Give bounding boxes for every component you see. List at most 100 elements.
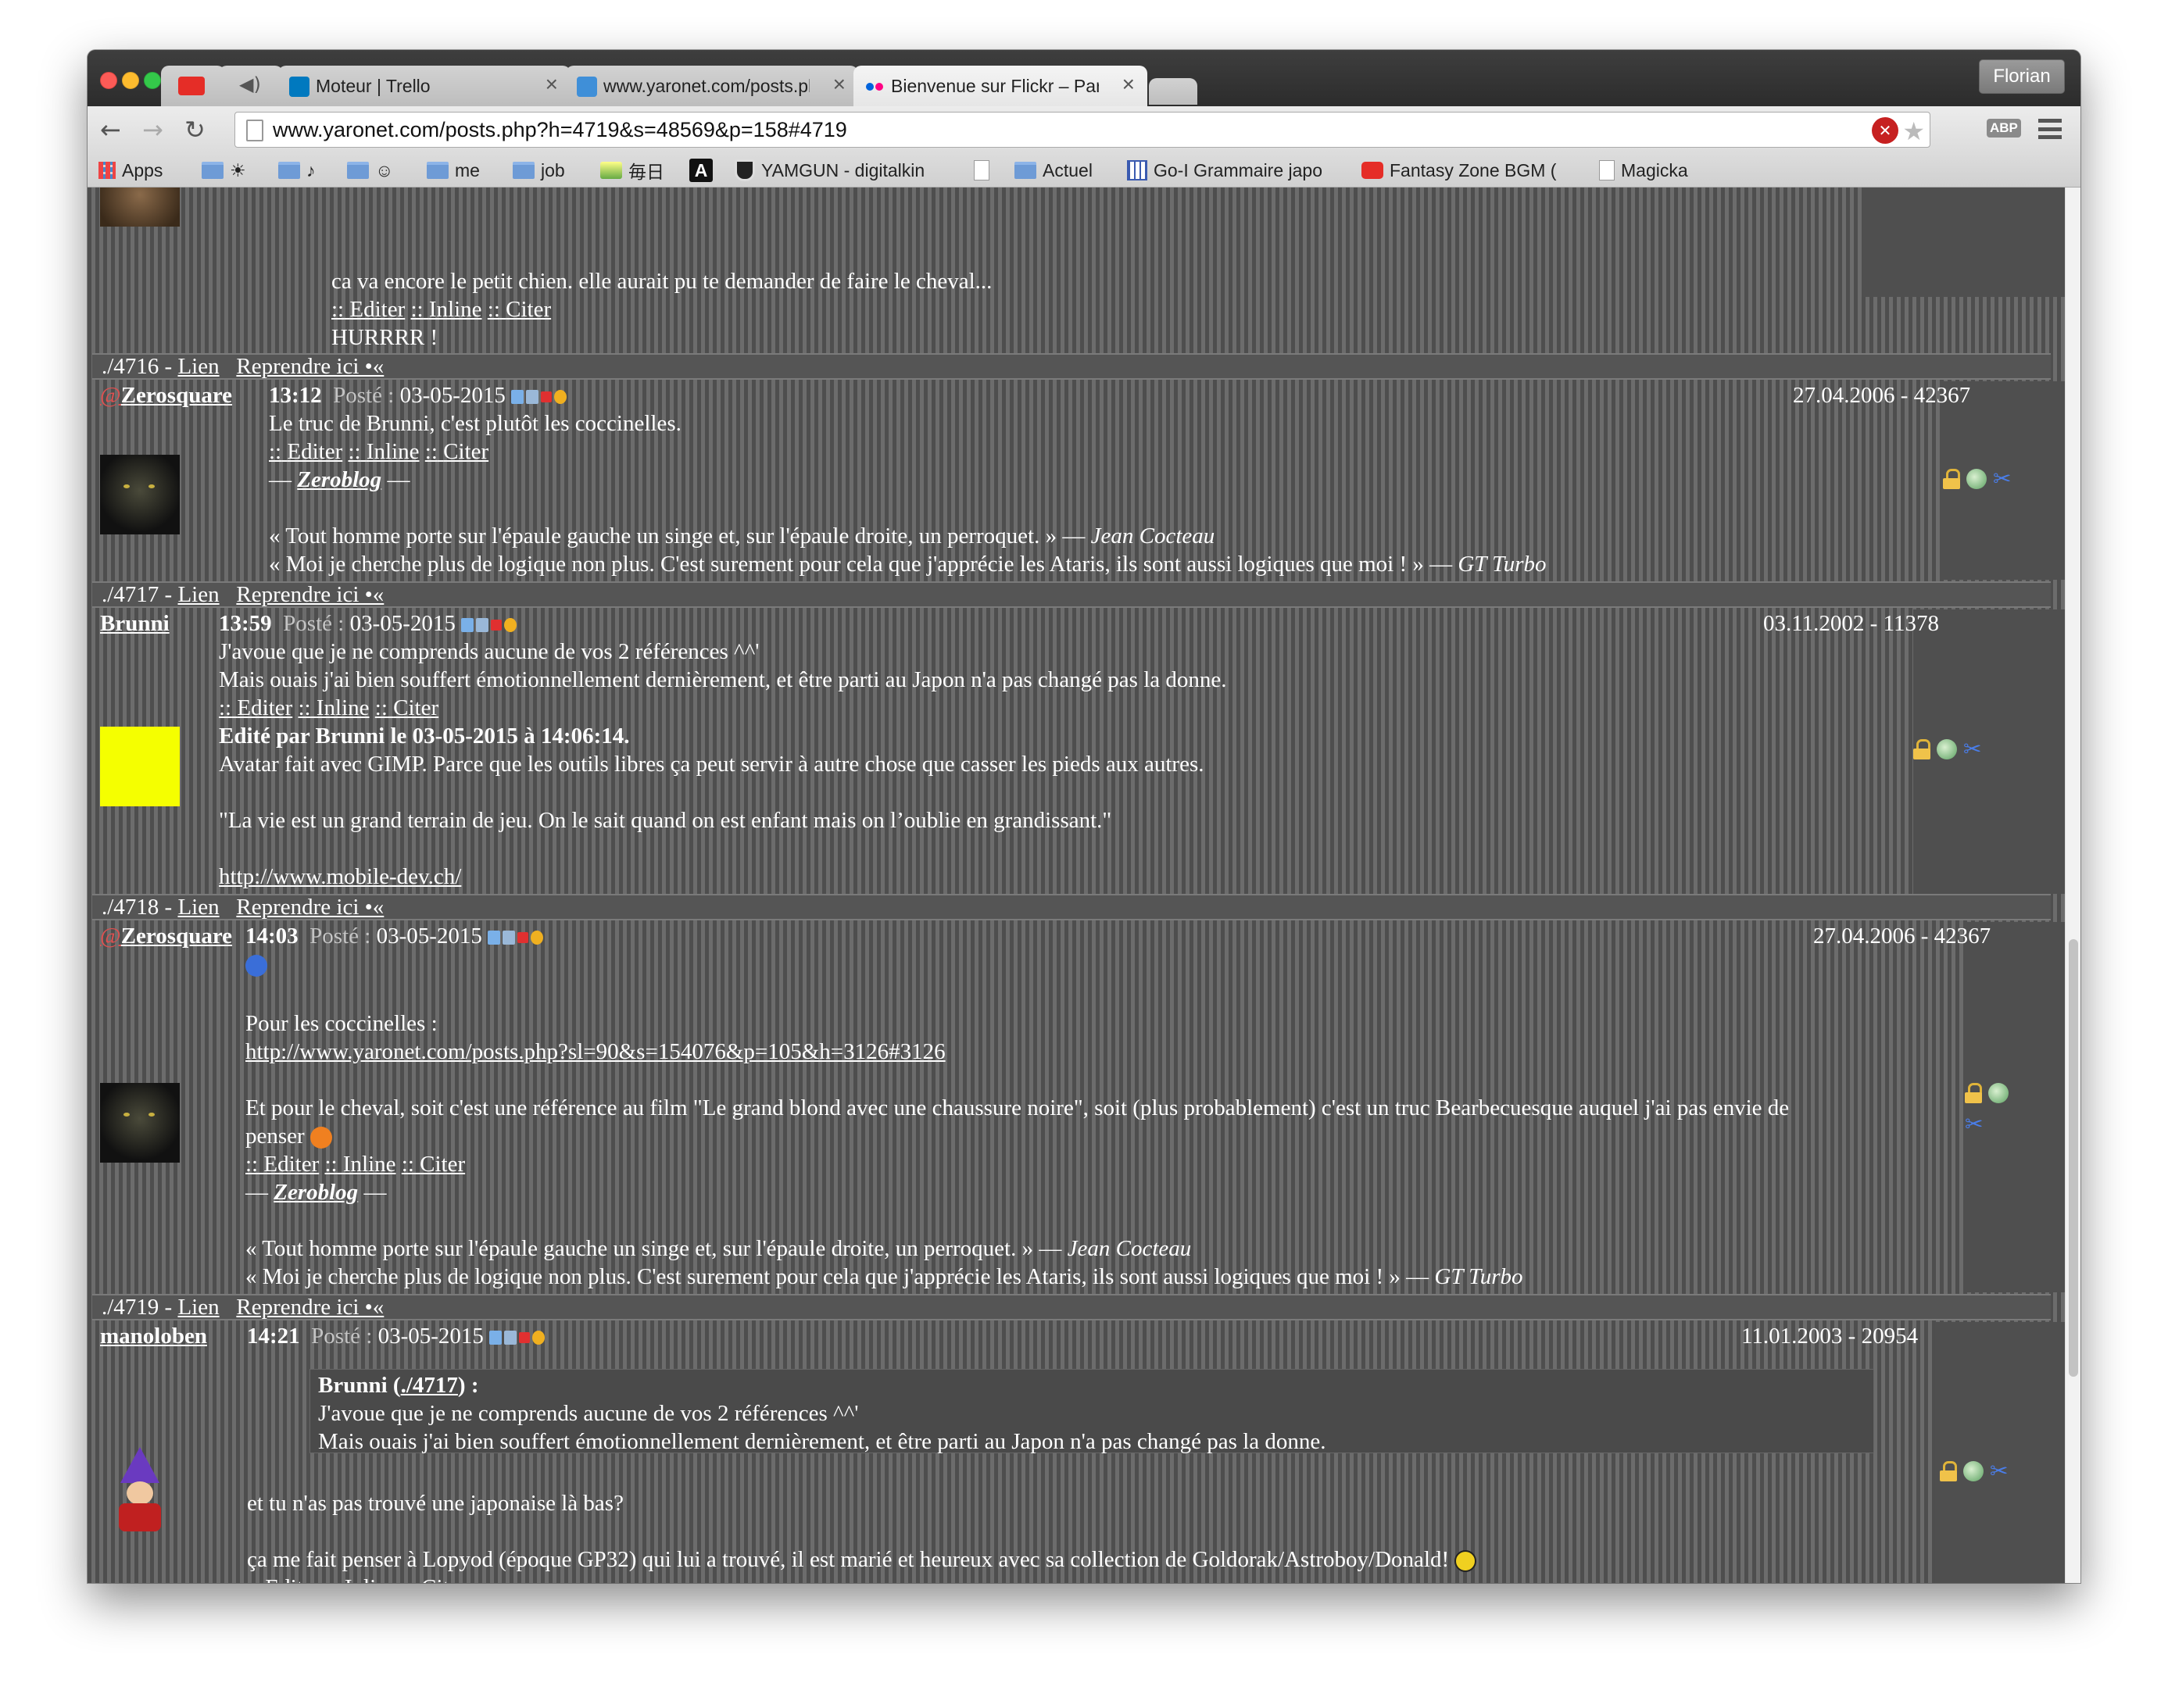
bookmark-a[interactable]: A: [689, 158, 713, 183]
close-tab-icon[interactable]: ×: [833, 72, 846, 97]
edit-link[interactable]: :: Editer: [245, 1152, 319, 1177]
profile-icon[interactable]: [488, 931, 501, 945]
tab-yaronet[interactable]: www.yaronet.com/posts.ph ×: [566, 66, 858, 106]
report-icon[interactable]: [519, 1332, 531, 1344]
permalink[interactable]: Lien: [177, 582, 219, 607]
zeroblog-link[interactable]: Zeroblog: [297, 467, 381, 492]
lock-icon[interactable]: [1965, 1083, 1982, 1103]
lock-icon[interactable]: [1940, 1461, 1957, 1481]
ghost-icon[interactable]: [1937, 739, 1957, 759]
bookmark-folder-smile[interactable]: ☺: [347, 158, 393, 183]
posted-label: Posté :: [333, 383, 395, 408]
scissors-icon[interactable]: ✂: [1993, 468, 2011, 490]
signature: "La vie est un grand terrain de jeu. On …: [219, 808, 1112, 833]
close-tab-icon[interactable]: ×: [1122, 72, 1135, 97]
ghost-icon[interactable]: [1966, 469, 1987, 489]
zoom-window-button[interactable]: [144, 72, 161, 89]
permalink[interactable]: Lien: [177, 1295, 219, 1320]
edit-link[interactable]: :: Editer: [247, 1575, 320, 1583]
bell-icon[interactable]: [532, 1331, 546, 1345]
new-tab-button[interactable]: [1149, 78, 1197, 105]
report-icon[interactable]: [517, 932, 529, 944]
menu-icon[interactable]: [2038, 119, 2062, 139]
bookmark-daily[interactable]: 毎日: [600, 158, 664, 183]
ghost-icon[interactable]: [1963, 1461, 1984, 1481]
tab-trello[interactable]: Moteur | Trello ×: [278, 66, 571, 106]
resume-here-link[interactable]: Reprendre ici •«: [236, 895, 384, 920]
close-tab-icon[interactable]: ×: [546, 72, 558, 97]
resume-here-link[interactable]: Reprendre ici •«: [236, 582, 384, 607]
bookmark-page[interactable]: [974, 158, 996, 183]
cite-link[interactable]: :: Citer: [402, 1152, 465, 1177]
bookmark-star-icon[interactable]: ★: [1902, 114, 1925, 148]
close-window-button[interactable]: [100, 72, 117, 89]
surprised-smiley-icon: [309, 1127, 332, 1149]
bookmark-grammaire[interactable]: Go-I Grammaire japo: [1127, 158, 1347, 183]
inline-link[interactable]: :: Inline: [410, 297, 481, 322]
edit-link[interactable]: :: Editer: [219, 695, 292, 720]
signature-quote: « Tout homme porte sur l'épaule gauche u…: [245, 1236, 1192, 1261]
edit-link[interactable]: :: Editer: [269, 439, 342, 464]
bell-icon[interactable]: [531, 931, 544, 945]
tab-audio[interactable]: ◀): [219, 66, 283, 106]
lock-icon[interactable]: [1913, 739, 1930, 759]
signature-link: http://www.mobile-dev.ch/: [219, 864, 462, 889]
quote-source-link[interactable]: ./4717: [401, 1373, 458, 1398]
bookmark-folder-actuel[interactable]: Actuel: [1014, 158, 1093, 183]
bookmark-magicka[interactable]: Magicka: [1599, 158, 1688, 183]
report-icon[interactable]: [491, 620, 503, 631]
avatar: [100, 727, 180, 806]
reload-icon[interactable]: ↻: [184, 114, 206, 145]
bell-icon[interactable]: [504, 618, 517, 633]
resume-here-link[interactable]: Reprendre ici •«: [236, 1295, 384, 1320]
bookmark-apps[interactable]: Apps: [98, 158, 163, 183]
adblock-icon[interactable]: ABP: [1987, 119, 2021, 138]
edit-link[interactable]: :: Editer: [331, 297, 405, 322]
minimize-window-button[interactable]: [122, 72, 139, 89]
permalink[interactable]: Lien: [177, 354, 219, 379]
scissors-icon[interactable]: ✂: [1990, 1460, 2008, 1482]
forward-arrow-icon[interactable]: →: [142, 114, 163, 145]
post-actions: :: Editer :: Inline :: Citer: [219, 694, 438, 722]
permalink[interactable]: Lien: [177, 895, 219, 920]
address-bar[interactable]: www.yaronet.com/posts.php?h=4719&s=48569…: [234, 112, 1930, 148]
bell-icon[interactable]: [554, 390, 567, 405]
flickr-icon: [864, 77, 885, 97]
cite-link[interactable]: :: Citer: [403, 1575, 467, 1583]
inline-link[interactable]: :: Inline: [298, 695, 369, 720]
inline-link[interactable]: :: Inline: [326, 1575, 397, 1583]
vertical-scrollbar[interactable]: [2065, 188, 2080, 1583]
profile-icon[interactable]: [511, 390, 524, 405]
browser-toolbar: ← → ↻ www.yaronet.com/posts.php?h=4719&s…: [88, 106, 2080, 153]
page-icon: [1599, 160, 1615, 180]
tab-flickr[interactable]: Bienvenue sur Flickr – Part ×: [853, 66, 1147, 106]
profile-icon[interactable]: [489, 1331, 503, 1345]
resume-here-link[interactable]: Reprendre ici •«: [236, 354, 384, 379]
cite-link[interactable]: :: Citer: [425, 439, 488, 464]
bookmark-yamgun[interactable]: YAMGUN - digitalkin: [735, 158, 969, 183]
lock-icon[interactable]: [1943, 469, 1960, 489]
tab-youtube[interactable]: [161, 66, 225, 106]
signature: Avatar fait avec GIMP. Parce que les out…: [219, 752, 1204, 777]
profile-button[interactable]: Florian: [1979, 59, 2065, 94]
zeroblog-link[interactable]: Zeroblog: [274, 1180, 358, 1205]
inline-link[interactable]: :: Inline: [348, 439, 419, 464]
scissors-icon[interactable]: ✂: [1963, 738, 1981, 760]
report-icon[interactable]: [541, 391, 553, 403]
cite-link[interactable]: :: Citer: [375, 695, 438, 720]
cite-link[interactable]: :: Citer: [488, 297, 551, 322]
stop-sign-icon[interactable]: ✕: [1872, 117, 1898, 144]
scissors-icon[interactable]: ✂: [1965, 1113, 1983, 1135]
bookmark-folder-job[interactable]: job: [513, 158, 565, 183]
back-arrow-icon[interactable]: ←: [100, 114, 121, 145]
scrollbar-thumb[interactable]: [2069, 939, 2078, 1377]
bookmark-folder-me[interactable]: me: [427, 158, 480, 183]
bookmark-folder-sun[interactable]: ☀: [202, 158, 246, 183]
post-link: http://www.yaronet.com/posts.php?sl=90&s…: [245, 1039, 946, 1064]
ghost-icon[interactable]: [1988, 1083, 2009, 1103]
profile-icon[interactable]: [461, 618, 474, 633]
smiley-icon: [1454, 1550, 1477, 1573]
inline-link[interactable]: :: Inline: [324, 1152, 395, 1177]
bookmark-folder-music[interactable]: ♪: [278, 158, 316, 183]
bookmark-fantasy-zone[interactable]: Fantasy Zone BGM (: [1361, 158, 1569, 183]
